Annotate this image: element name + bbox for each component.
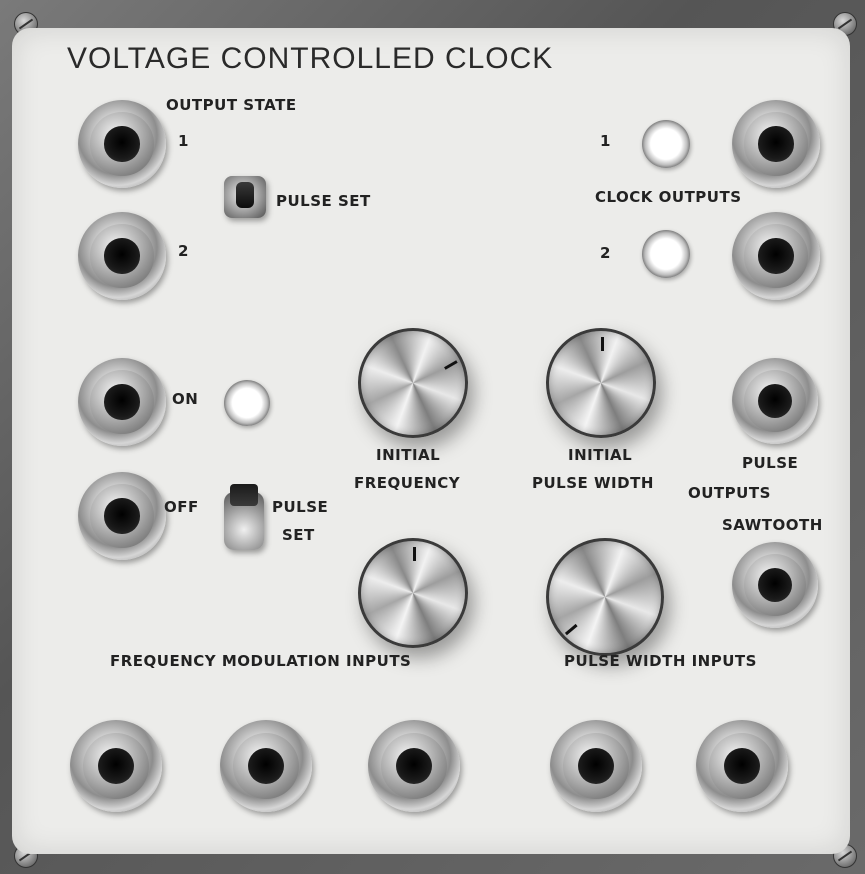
- on-jack[interactable]: [78, 358, 166, 446]
- pulse-output-label: PULSE: [742, 454, 799, 472]
- fm-input-jack-2[interactable]: [220, 720, 312, 812]
- initial-frequency-label-line2: FREQUENCY: [354, 474, 461, 492]
- initial-frequency-knob[interactable]: [358, 328, 468, 438]
- off-label: OFF: [164, 498, 199, 516]
- output-state-label: OUTPUT STATE: [166, 96, 297, 114]
- module-frame: VOLTAGE CONTROLLED CLOCK OUTPUT STATE 1 …: [0, 0, 865, 874]
- clock-outputs-label: CLOCK OUTPUTS: [595, 188, 742, 206]
- frequency-modulation-knob[interactable]: [358, 538, 468, 648]
- pw-input-jack-2[interactable]: [696, 720, 788, 812]
- pulse-width-modulation-pointer: [564, 623, 578, 636]
- output-state-jack-1-label: 1: [178, 132, 189, 150]
- module-title: VOLTAGE CONTROLLED CLOCK: [67, 42, 554, 75]
- initial-frequency-label-line1: INITIAL: [376, 446, 441, 464]
- front-panel: VOLTAGE CONTROLLED CLOCK OUTPUT STATE 1 …: [12, 28, 850, 854]
- on-lamp: [224, 380, 270, 426]
- output-state-jack-1[interactable]: [78, 100, 166, 188]
- fm-input-jack-1[interactable]: [70, 720, 162, 812]
- initial-pulse-width-pointer: [601, 337, 604, 351]
- sawtooth-output-jack[interactable]: [732, 542, 818, 628]
- initial-pulse-width-knob[interactable]: [546, 328, 656, 438]
- output-state-jack-2[interactable]: [78, 212, 166, 300]
- clock-output-jack-1[interactable]: [732, 100, 820, 188]
- clock-output-jack-2[interactable]: [732, 212, 820, 300]
- clock-output-lamp-1: [642, 120, 690, 168]
- off-jack[interactable]: [78, 472, 166, 560]
- pulse-output-jack[interactable]: [732, 358, 818, 444]
- sawtooth-label: SAWTOOTH: [722, 516, 823, 534]
- on-label: ON: [172, 390, 199, 408]
- outputs-label: OUTPUTS: [688, 484, 771, 502]
- pw-input-jack-1[interactable]: [550, 720, 642, 812]
- pulse-width-modulation-knob[interactable]: [546, 538, 664, 656]
- pulse-set-toggle-bottom[interactable]: [224, 484, 264, 550]
- fm-input-jack-3[interactable]: [368, 720, 460, 812]
- initial-pulse-width-label-line1: INITIAL: [568, 446, 633, 464]
- output-state-jack-2-label: 2: [178, 242, 189, 260]
- frequency-modulation-inputs-label: FREQUENCY MODULATION INPUTS: [110, 652, 412, 670]
- clock-output-lamp-1-label: 1: [600, 132, 611, 150]
- pulse-label-bottom: PULSE: [272, 498, 329, 516]
- frequency-modulation-pointer: [413, 547, 416, 561]
- pulse-set-toggle-top[interactable]: [224, 176, 266, 218]
- set-label-bottom: SET: [282, 526, 315, 544]
- pulse-set-label-top: PULSE SET: [276, 192, 371, 210]
- clock-output-lamp-2: [642, 230, 690, 278]
- initial-pulse-width-label-line2: PULSE WIDTH: [532, 474, 654, 492]
- pulse-width-inputs-label: PULSE WIDTH INPUTS: [564, 652, 757, 670]
- initial-frequency-pointer: [444, 360, 458, 370]
- clock-output-lamp-2-label: 2: [600, 244, 611, 262]
